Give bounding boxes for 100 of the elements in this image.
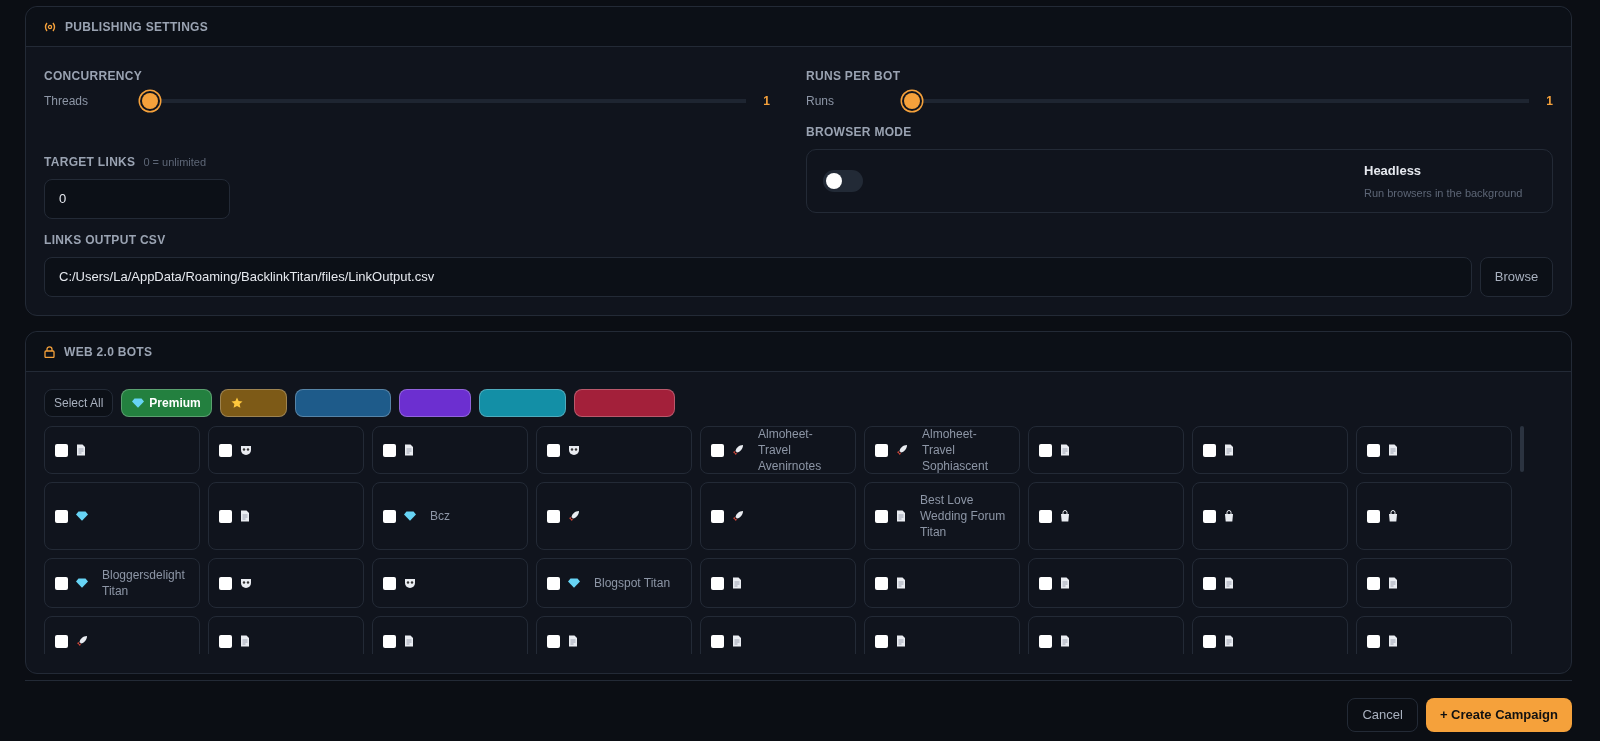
checkbox[interactable] (383, 509, 396, 523)
bot-name: Almoheet-Travel Sophiascent (922, 426, 990, 474)
document-icon (1224, 577, 1234, 589)
slider-value: 1 (1545, 93, 1553, 110)
mask-icon (568, 444, 580, 456)
number-input[interactable]: 0 (44, 179, 230, 219)
toggle-switch[interactable] (823, 170, 863, 192)
document-icon (1388, 444, 1398, 456)
bot-name: Almoheet-Travel Avenirnotes (758, 426, 823, 474)
document-icon (1388, 635, 1398, 647)
checkbox[interactable] (383, 443, 396, 457)
slider-thumb[interactable] (904, 93, 920, 109)
document-icon (1060, 444, 1070, 456)
checkbox[interactable] (711, 443, 724, 457)
mode-title: Headless (1364, 162, 1423, 180)
checkbox[interactable] (1203, 634, 1216, 648)
checkbox[interactable] (1039, 443, 1052, 457)
field-label: LINKS OUTPUT CSV (44, 232, 167, 249)
checkbox[interactable] (1039, 634, 1052, 648)
section-title: WEB 2.0 BOTS (64, 343, 153, 361)
filter-chip[interactable] (398, 389, 471, 417)
filter-chip[interactable] (294, 389, 391, 417)
cancel-button[interactable]: Cancel (1347, 698, 1418, 732)
document-icon (568, 635, 578, 647)
gem-icon (132, 398, 145, 408)
checkbox[interactable] (1203, 443, 1216, 457)
checkbox[interactable] (547, 634, 560, 648)
document-icon (404, 444, 414, 456)
bag-icon (1060, 510, 1070, 522)
checkbox[interactable] (875, 634, 888, 648)
slider-label: Threads (44, 93, 90, 110)
slider-thumb[interactable] (142, 93, 158, 109)
mask-icon (240, 577, 252, 589)
checkbox[interactable] (1367, 576, 1380, 590)
rocket-icon (896, 444, 908, 456)
checkbox[interactable] (711, 576, 724, 590)
field-hint: 0 = unlimited (143, 155, 207, 170)
checkbox[interactable] (1367, 443, 1380, 457)
checkbox[interactable] (219, 634, 232, 648)
path-input[interactable]: C:/Users/La/AppData/Roaming/BacklinkTitan/files/LinkOutput.csv (44, 257, 1472, 297)
document-icon (404, 635, 414, 647)
rocket-icon (568, 510, 580, 522)
document-icon (240, 635, 250, 647)
create-campaign-button[interactable]: + Create Campaign (1425, 698, 1572, 732)
filter-chip[interactable] (219, 389, 287, 417)
browse-button[interactable]: Browse (1480, 257, 1553, 297)
checkbox[interactable] (547, 576, 560, 590)
broadcast-icon (44, 21, 56, 32)
field-label: CONCURRENCY (44, 68, 143, 85)
rocket-icon (732, 510, 744, 522)
bag-icon (1388, 510, 1398, 522)
document-icon (896, 510, 906, 522)
bot-name: Blogspot Titan (594, 575, 671, 591)
star-icon (230, 397, 243, 409)
checkbox[interactable] (219, 509, 232, 523)
document-icon (896, 577, 906, 589)
mask-icon (240, 444, 252, 456)
select-all-button[interactable]: Select All (44, 389, 114, 417)
checkbox[interactable] (1367, 634, 1380, 648)
bot-name: Bloggersdelight Titan (102, 567, 186, 599)
checkbox[interactable] (547, 509, 560, 523)
checkbox[interactable] (875, 576, 888, 590)
document-icon (76, 444, 86, 456)
checkbox[interactable] (875, 443, 888, 457)
checkbox[interactable] (383, 634, 396, 648)
slider-label: Runs (806, 93, 835, 110)
checkbox[interactable] (711, 634, 724, 648)
document-icon (1060, 635, 1070, 647)
rocket-icon (732, 444, 744, 456)
document-icon (732, 577, 742, 589)
checkbox[interactable] (219, 576, 232, 590)
filter-chip[interactable]: Premium (121, 389, 212, 417)
field-label: BROWSER MODE (806, 124, 913, 141)
checkbox[interactable] (711, 509, 724, 523)
checkbox[interactable] (875, 509, 888, 523)
checkbox[interactable] (1203, 576, 1216, 590)
checkbox[interactable] (1203, 509, 1216, 523)
mask-icon (404, 577, 416, 589)
filter-chip[interactable] (573, 389, 675, 417)
bot-name: Bcz (430, 508, 450, 524)
document-icon (1224, 444, 1234, 456)
checkbox[interactable] (1039, 576, 1052, 590)
checkbox[interactable] (383, 576, 396, 590)
scrollbar-thumb[interactable] (1520, 426, 1524, 472)
gem-icon (76, 578, 88, 588)
checkbox[interactable] (55, 634, 68, 648)
checkbox[interactable] (55, 443, 68, 457)
checkbox[interactable] (219, 443, 232, 457)
checkbox[interactable] (547, 443, 560, 457)
field-label: TARGET LINKS (44, 154, 136, 171)
rocket-icon (76, 635, 88, 647)
field-label: RUNS PER BOT (806, 68, 902, 85)
section-title: PUBLISHING SETTINGS (65, 18, 209, 36)
filter-chip[interactable] (478, 389, 566, 417)
bag-icon (1224, 510, 1234, 522)
gem-icon (404, 511, 416, 521)
checkbox[interactable] (55, 576, 68, 590)
checkbox[interactable] (1039, 509, 1052, 523)
checkbox[interactable] (1367, 509, 1380, 523)
checkbox[interactable] (55, 509, 68, 523)
